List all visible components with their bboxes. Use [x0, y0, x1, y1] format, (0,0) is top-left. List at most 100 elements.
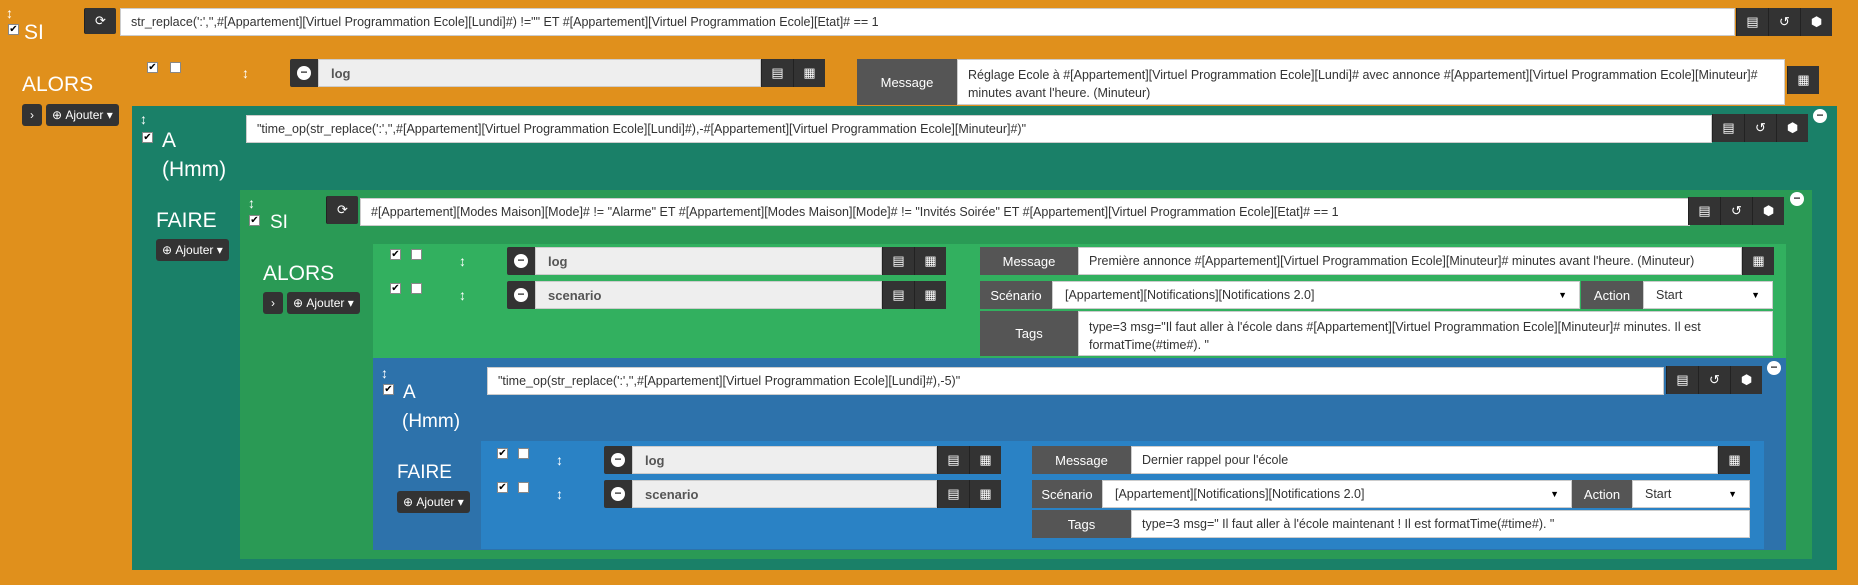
code-icon[interactable]: ▤: [882, 247, 914, 275]
list-icon[interactable]: ▦: [1742, 247, 1774, 275]
parallel-checkbox[interactable]: [518, 448, 529, 459]
code-icon[interactable]: ▤: [1688, 197, 1720, 225]
list-icon[interactable]: ▦: [969, 480, 1001, 508]
drag-handle[interactable]: ↕: [381, 366, 388, 380]
list-icon[interactable]: ▦: [1787, 66, 1819, 94]
enable-checkbox[interactable]: ✔: [497, 448, 508, 459]
tags-input[interactable]: type=3 msg="Il faut aller à l'école dans…: [1078, 311, 1773, 356]
code-icon[interactable]: ▤: [882, 281, 914, 309]
list-icon[interactable]: ▦: [1718, 446, 1750, 474]
command-field[interactable]: scenario: [535, 281, 882, 309]
a-label: A: [162, 129, 177, 152]
faire-label: FAIRE: [397, 462, 452, 483]
drag-handle[interactable]: ↕: [6, 6, 13, 20]
enable-checkbox[interactable]: ✔: [497, 482, 508, 493]
chevron-right-icon[interactable]: ›: [22, 104, 42, 126]
enable-checkbox[interactable]: ✔: [383, 384, 394, 395]
remove-action-button[interactable]: −: [507, 281, 535, 309]
faire-label: FAIRE: [156, 209, 217, 232]
tags-input[interactable]: type=3 msg=" Il faut aller à l'école mai…: [1131, 510, 1750, 538]
drag-handle[interactable]: ↕: [140, 112, 147, 126]
expression-input[interactable]: "time_op(str_replace(':','',#[Appartemen…: [487, 367, 1664, 395]
remove-action-button[interactable]: −: [507, 247, 535, 275]
caret-down-icon: ▼: [1751, 290, 1760, 300]
minus-icon: −: [514, 288, 528, 302]
command-field[interactable]: scenario: [632, 480, 937, 508]
tags-label: Tags: [980, 311, 1078, 356]
code-icon[interactable]: ▤: [937, 480, 969, 508]
close-icon[interactable]: −: [1813, 109, 1827, 123]
scenario-label: Scénario: [1032, 480, 1102, 508]
parallel-checkbox[interactable]: [411, 249, 422, 260]
enable-checkbox[interactable]: ✔: [249, 215, 260, 226]
close-icon[interactable]: −: [1767, 361, 1781, 375]
chevron-right-icon[interactable]: ›: [263, 292, 283, 314]
action-label: Action: [1572, 480, 1632, 508]
tags-label: Tags: [1032, 510, 1131, 538]
remove-action-button[interactable]: −: [290, 59, 318, 87]
close-icon[interactable]: −: [1790, 192, 1804, 206]
enable-checkbox[interactable]: ✔: [147, 62, 158, 73]
action-select[interactable]: Start ▼: [1632, 480, 1750, 508]
command-field[interactable]: log: [318, 59, 761, 87]
si-label: SI: [24, 21, 44, 44]
drag-handle[interactable]: ↕: [556, 453, 563, 467]
enable-checkbox[interactable]: ✔: [142, 132, 153, 143]
minus-icon: −: [611, 487, 625, 501]
parallel-checkbox[interactable]: [170, 62, 181, 73]
refresh-icon[interactable]: ⟳: [326, 196, 358, 224]
drag-handle[interactable]: ↕: [248, 196, 255, 210]
command-field[interactable]: log: [535, 247, 882, 275]
caret-down-icon: ▼: [1550, 489, 1559, 499]
add-button[interactable]: ⊕ Ajouter ▾: [397, 491, 470, 513]
history-icon[interactable]: ↺: [1768, 8, 1800, 36]
add-button[interactable]: ⊕ Ajouter ▾: [156, 239, 229, 261]
list-icon[interactable]: ▦: [914, 281, 946, 309]
list-icon[interactable]: ▦: [793, 59, 825, 87]
parallel-checkbox[interactable]: [411, 283, 422, 294]
list-icon[interactable]: ▦: [914, 247, 946, 275]
cube-icon[interactable]: ⬢: [1800, 8, 1832, 36]
enable-checkbox[interactable]: ✔: [390, 283, 401, 294]
history-icon[interactable]: ↺: [1744, 114, 1776, 142]
scenario-value: [Appartement][Notifications][Notificatio…: [1115, 487, 1365, 501]
refresh-icon[interactable]: ⟳: [84, 8, 116, 34]
command-field[interactable]: log: [632, 446, 937, 474]
cube-icon[interactable]: ⬢: [1776, 114, 1808, 142]
code-icon[interactable]: ▤: [1736, 8, 1768, 36]
scenario-select[interactable]: [Appartement][Notifications][Notificatio…: [1102, 480, 1572, 508]
code-icon[interactable]: ▤: [1712, 114, 1744, 142]
si-label: SI: [270, 212, 288, 233]
code-icon[interactable]: ▤: [1666, 366, 1698, 394]
enable-checkbox[interactable]: ✔: [8, 24, 19, 35]
cube-icon[interactable]: ⬢: [1752, 197, 1784, 225]
hmm-label: (Hmm): [162, 158, 227, 181]
condition-input[interactable]: str_replace(':','',#[Appartement][Virtue…: [120, 8, 1735, 36]
add-button[interactable]: ⊕ Ajouter ▾: [46, 104, 119, 126]
drag-handle[interactable]: ↕: [242, 66, 249, 80]
enable-checkbox[interactable]: ✔: [390, 249, 401, 260]
history-icon[interactable]: ↺: [1720, 197, 1752, 225]
add-label: Ajouter: [416, 495, 455, 509]
caret-down-icon: ▼: [1558, 290, 1567, 300]
cube-icon[interactable]: ⬢: [1730, 366, 1762, 394]
code-icon[interactable]: ▤: [761, 59, 793, 87]
remove-action-button[interactable]: −: [604, 480, 632, 508]
condition-input[interactable]: #[Appartement][Modes Maison][Mode]# != "…: [360, 198, 1690, 226]
message-input[interactable]: Dernier rappel pour l'école: [1131, 446, 1718, 474]
message-input[interactable]: Première annonce #[Appartement][Virtuel …: [1078, 247, 1742, 275]
action-select[interactable]: Start ▼: [1643, 281, 1773, 309]
remove-action-button[interactable]: −: [604, 446, 632, 474]
drag-handle[interactable]: ↕: [459, 288, 466, 302]
history-icon[interactable]: ↺: [1698, 366, 1730, 394]
add-button[interactable]: ⊕ Ajouter ▾: [287, 292, 360, 314]
expression-input[interactable]: "time_op(str_replace(':','',#[Appartemen…: [246, 115, 1712, 143]
drag-handle[interactable]: ↕: [556, 487, 563, 501]
alors-label: ALORS: [22, 73, 94, 96]
parallel-checkbox[interactable]: [518, 482, 529, 493]
message-input[interactable]: Réglage Ecole à #[Appartement][Virtuel P…: [957, 59, 1785, 105]
drag-handle[interactable]: ↕: [459, 254, 466, 268]
code-icon[interactable]: ▤: [937, 446, 969, 474]
scenario-select[interactable]: [Appartement][Notifications][Notificatio…: [1052, 281, 1580, 309]
list-icon[interactable]: ▦: [969, 446, 1001, 474]
